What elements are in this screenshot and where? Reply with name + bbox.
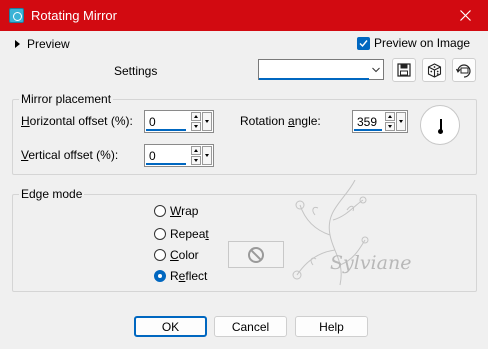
vertical-offset-value: 0: [149, 149, 156, 163]
settings-label: Settings: [114, 64, 158, 78]
checkmark-icon: [357, 36, 370, 50]
rotating-mirror-app-icon: [9, 8, 24, 23]
mirror-placement-label: Mirror placement: [19, 92, 114, 106]
combo-focus-line: [259, 78, 369, 80]
vertical-offset-spinbox[interactable]: 0: [144, 144, 214, 167]
window-title: Rotating Mirror: [31, 8, 117, 23]
vertical-offset-label: Vertical offset (%):: [21, 148, 119, 162]
chevron-down-icon: [372, 67, 380, 73]
watermark-signature: Sylviane: [330, 252, 412, 274]
focus-underline: [146, 129, 186, 131]
edge-color-swatch: [228, 241, 284, 268]
rotation-angle-value: 359: [357, 115, 378, 129]
edge-mode-reflect-radio[interactable]: Reflect: [154, 269, 207, 283]
horizontal-offset-value: 0: [149, 115, 156, 129]
preview-on-image-label: Preview on Image: [374, 36, 471, 50]
radio-circle: [154, 205, 166, 217]
edge-mode-repeat-radio[interactable]: Repeat: [154, 227, 209, 241]
spin-buttons: [191, 112, 201, 131]
save-preset-button[interactable]: [392, 58, 416, 82]
ok-button[interactable]: OK: [134, 316, 207, 337]
spin-up-button[interactable]: [385, 112, 395, 121]
reset-defaults-icon: [456, 63, 471, 78]
rotation-angle-spinbox[interactable]: 359: [352, 110, 408, 133]
title-bar: Rotating Mirror: [0, 0, 488, 31]
focus-underline: [354, 129, 382, 131]
close-icon: [459, 10, 471, 21]
spin-buttons: [191, 146, 201, 165]
disabled-no-icon: [248, 246, 264, 263]
color-label: Color: [170, 248, 199, 262]
reflect-label: Reflect: [170, 269, 208, 283]
floral-ornament-icon: [292, 179, 369, 286]
edge-mode-wrap-radio[interactable]: Wrap: [154, 204, 198, 218]
settings-combo[interactable]: [258, 59, 384, 80]
edge-mode-label: Edge mode: [19, 187, 85, 201]
save-preset-icon: [397, 63, 411, 77]
spin-up-button[interactable]: [191, 146, 201, 155]
spin-menu-button[interactable]: [396, 112, 406, 131]
horizontal-offset-spinbox[interactable]: 0: [144, 110, 214, 133]
spin-menu-button[interactable]: [202, 146, 212, 165]
reset-defaults-button[interactable]: [452, 58, 476, 82]
spin-down-button[interactable]: [191, 122, 201, 131]
angle-dial-icon[interactable]: [420, 105, 460, 145]
spin-buttons: [385, 112, 395, 131]
radio-circle-selected: [154, 270, 166, 282]
spin-down-button[interactable]: [385, 122, 395, 131]
watermark: Sylviane: [285, 179, 455, 300]
spin-menu-button[interactable]: [202, 112, 212, 131]
randomize-dice-icon: [427, 62, 441, 78]
expand-triangle-icon: [15, 40, 20, 48]
wrap-label: Wrap: [170, 204, 199, 218]
edge-mode-color-radio[interactable]: Color: [154, 248, 199, 262]
preview-toggle[interactable]: Preview: [15, 37, 70, 51]
radio-circle: [154, 249, 166, 261]
dial-dot: [438, 129, 443, 134]
preview-on-image-checkbox[interactable]: Preview on Image: [357, 36, 470, 50]
preview-toggle-label: Preview: [27, 37, 70, 51]
cancel-button[interactable]: Cancel: [214, 316, 287, 337]
horizontal-offset-label: Horizontal offset (%):: [21, 114, 133, 128]
help-button[interactable]: Help: [295, 316, 368, 337]
radio-circle: [154, 228, 166, 240]
spin-down-button[interactable]: [191, 156, 201, 165]
focus-underline: [146, 163, 186, 165]
close-button[interactable]: [442, 0, 488, 31]
randomize-button[interactable]: [422, 58, 446, 82]
rotation-angle-label: Rotation angle:: [240, 114, 321, 128]
spin-up-button[interactable]: [191, 112, 201, 121]
repeat-label: Repeat: [170, 227, 209, 241]
